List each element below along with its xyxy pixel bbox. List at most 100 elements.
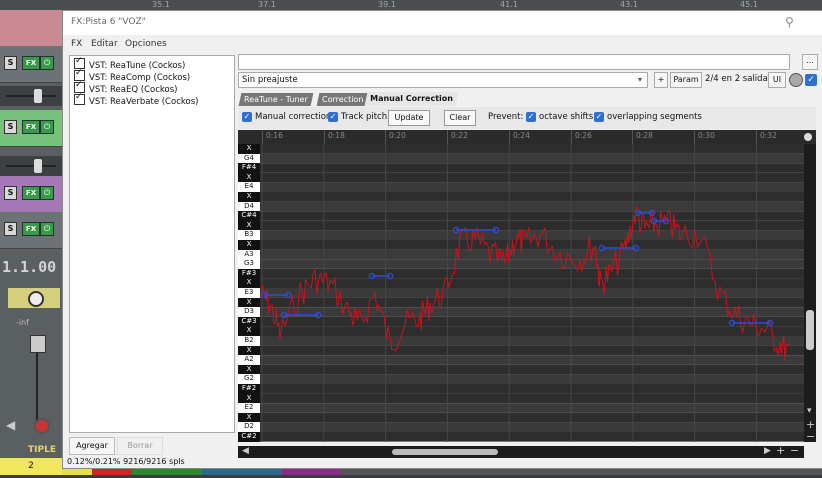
record-arm-icon[interactable]	[34, 418, 50, 434]
more-button[interactable]: ...	[802, 54, 818, 70]
solo-button[interactable]: S	[4, 120, 17, 134]
piano-key[interactable]: D3	[238, 307, 260, 317]
track-pitch-checkbox[interactable]: ✓	[328, 112, 338, 122]
power-icon[interactable]: ⏻	[40, 186, 54, 200]
chevron-down-icon[interactable]: ▾	[638, 75, 642, 84]
piano-key[interactable]: X	[238, 172, 260, 183]
track-header[interactable]: S FX ⏻	[0, 110, 62, 147]
octave-shifts-checkbox[interactable]: ✓	[526, 112, 536, 122]
enable-checkbox[interactable]: ✓	[805, 74, 817, 86]
speaker-icon[interactable]: ◀	[6, 418, 15, 432]
piano-key[interactable]: X	[238, 192, 260, 202]
piano-key[interactable]: X	[238, 393, 260, 404]
piano-key[interactable]: C#4	[238, 211, 260, 221]
menu-fx[interactable]: FX	[71, 39, 82, 49]
piano-key[interactable]: X	[238, 297, 260, 308]
piano-key[interactable]: E4	[238, 182, 260, 192]
solo-button[interactable]: S	[4, 186, 17, 200]
tab-tuner[interactable]: ReaTune - Tuner	[238, 93, 314, 106]
add-fx-button[interactable]: Agregar	[69, 437, 115, 455]
fx-chain-item[interactable]: VST: ReaComp (Cockos)	[74, 68, 190, 83]
piano-key[interactable]: X	[238, 278, 260, 288]
piano-key[interactable]: D2	[238, 422, 260, 432]
horizontal-scroll-thumb[interactable]	[392, 449, 498, 455]
fx-window-titlebar[interactable]: FX:Pista 6 "VOZ" ⚲	[63, 11, 822, 35]
vertical-scroll-thumb[interactable]	[806, 310, 814, 350]
bypass-icon[interactable]	[789, 73, 803, 87]
param-button[interactable]: Param	[670, 72, 702, 88]
mixer-fader[interactable]	[30, 335, 46, 353]
tab-correction[interactable]: Correction	[316, 93, 369, 106]
pin-icon[interactable]: ⚲	[785, 15, 794, 29]
update-button[interactable]: Update	[388, 110, 430, 126]
io-routing-button[interactable]: 2/4 en 2 salida	[705, 72, 768, 87]
preset-name-field[interactable]	[238, 54, 790, 70]
pan-knob[interactable]	[28, 291, 44, 307]
fx-button[interactable]: FX	[22, 120, 40, 134]
power-icon[interactable]: ⏻	[40, 56, 54, 70]
menu-editar[interactable]: Editar	[91, 39, 118, 49]
piano-key[interactable]: F#2	[238, 384, 260, 394]
track-header[interactable]	[0, 10, 62, 47]
track-header[interactable]: S FX ⏻	[0, 176, 62, 213]
track-volume-fader[interactable]	[0, 86, 62, 106]
piano-key[interactable]: D4	[238, 201, 260, 212]
piano-key[interactable]: C#2	[238, 432, 260, 442]
manual-correction-checkbox[interactable]: ✓	[242, 112, 252, 122]
zoom-out-icon[interactable]: −	[790, 444, 799, 457]
piano-key[interactable]: G2	[238, 374, 260, 384]
scroll-left-icon[interactable]: ◀	[242, 446, 249, 456]
piano-key[interactable]: X	[238, 345, 260, 356]
arrange-ruler[interactable]: 35.1 37.1 39.1 41.1 43.1 45.1	[0, 0, 822, 10]
piano-key[interactable]: B3	[238, 230, 260, 240]
piano-key[interactable]: A2	[238, 355, 260, 365]
piano-key[interactable]: B2	[238, 336, 260, 346]
piano-key[interactable]: G4	[238, 153, 260, 164]
piano-key[interactable]: X	[238, 412, 260, 423]
pitch-roll[interactable]	[260, 144, 804, 442]
vertical-scrollbar[interactable]: ▾ + −	[804, 144, 816, 443]
fx-chain-list[interactable]: VST: ReaTune (Cockos) VST: ReaComp (Cock…	[69, 55, 235, 433]
preset-dropdown[interactable]: Sin preajuste	[238, 72, 648, 88]
piano-key[interactable]: X	[238, 220, 260, 231]
timeline-ruler[interactable]: 0:16 0:18 0:20 0:22 0:24 0:26 0:28 0:30 …	[238, 130, 816, 144]
solo-button[interactable]: S	[4, 222, 17, 236]
piano-key[interactable]: E3	[238, 288, 260, 298]
add-preset-button[interactable]: +	[654, 72, 668, 88]
scroll-right-icon[interactable]: ▶	[764, 446, 771, 456]
piano-key[interactable]: C#3	[238, 316, 260, 327]
horizontal-scrollbar[interactable]: ◀ ▶ + −	[238, 444, 804, 458]
zoom-in-icon[interactable]: +	[776, 444, 785, 457]
piano-keyboard[interactable]: X G4 F#4 X E4 X D4 C#4 X B3 X A3 G3 F#3 X E3 X D3 C#3 X B2 X A…	[238, 144, 260, 442]
fx-chain-item[interactable]: VST: ReaEQ (Cockos)	[74, 80, 177, 95]
zoom-out-icon[interactable]: −	[806, 430, 815, 443]
tab-manual-correction[interactable]: Manual Correction	[364, 92, 459, 106]
power-icon[interactable]: ⏻	[40, 120, 54, 134]
menu-opciones[interactable]: Opciones	[125, 39, 167, 49]
power-icon[interactable]: ⏻	[40, 222, 54, 236]
ui-button[interactable]: UI	[768, 72, 786, 88]
track-header[interactable]: S FX ⏻	[0, 212, 62, 249]
piano-key[interactable]: E2	[238, 403, 260, 413]
scroll-down-icon[interactable]: ▾	[807, 406, 812, 416]
piano-key[interactable]: X	[238, 240, 260, 250]
piano-key[interactable]: F#3	[238, 268, 260, 279]
fx-button[interactable]: FX	[22, 56, 40, 70]
zoom-icon[interactable]	[804, 133, 812, 141]
piano-key[interactable]: X	[238, 144, 260, 154]
remove-fx-button[interactable]: Borrar	[117, 437, 163, 455]
track-header[interactable]: S FX ⏻	[0, 46, 62, 83]
piano-key[interactable]: X	[238, 364, 260, 375]
clear-button[interactable]: Clear	[444, 110, 476, 126]
overlapping-segments-checkbox[interactable]: ✓	[594, 112, 604, 122]
piano-key[interactable]: A3	[238, 249, 260, 260]
piano-key[interactable]: X	[238, 326, 260, 336]
piano-key[interactable]: G3	[238, 259, 260, 269]
fx-button[interactable]: FX	[22, 222, 40, 236]
fx-chain-item[interactable]: VST: ReaVerbate (Cockos)	[74, 92, 198, 107]
enable-checkbox[interactable]	[74, 92, 85, 105]
solo-button[interactable]: S	[4, 56, 17, 70]
piano-key[interactable]: F#4	[238, 163, 260, 173]
track-volume-fader[interactable]	[0, 156, 62, 176]
fx-button[interactable]: FX	[22, 186, 40, 200]
